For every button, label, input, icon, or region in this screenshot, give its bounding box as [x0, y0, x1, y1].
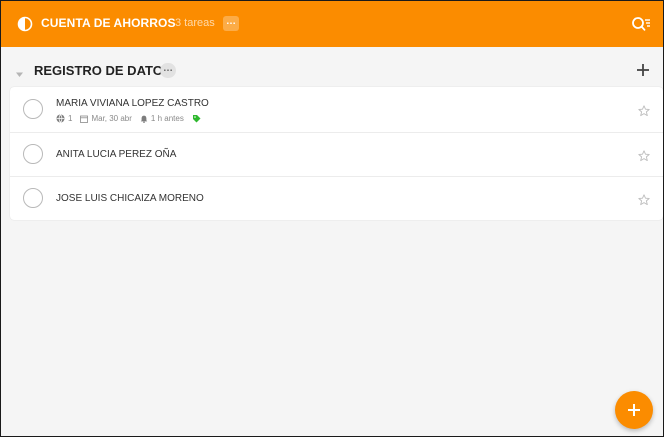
task-row[interactable]: JOSE LUIS CHICAIZA MORENO [10, 177, 663, 220]
comment-globe-icon [56, 114, 65, 123]
task-checkbox[interactable] [23, 99, 43, 119]
task-name[interactable]: JOSE LUIS CHICAIZA MORENO [56, 193, 204, 204]
task-list: MARIA VIVIANA LOPEZ CASTRO 1 Mar, 30 abr… [10, 87, 663, 220]
reminder-time: 1 h antes [150, 114, 184, 123]
section-more-button[interactable]: … [160, 63, 176, 78]
search-filter-icon[interactable] [631, 15, 651, 33]
section-header: REGISTRO DE DATOS … [1, 55, 663, 85]
task-meta: 1 Mar, 30 abr 1 h antes [56, 114, 201, 123]
task-name[interactable]: ANITA LUCIA PEREZ OÑA [56, 149, 176, 160]
star-icon[interactable] [638, 193, 650, 206]
task-checkbox[interactable] [23, 188, 43, 208]
section-title[interactable]: REGISTRO DE DATOS [34, 63, 171, 78]
star-icon[interactable] [638, 104, 650, 117]
calendar-icon [80, 115, 89, 123]
task-row[interactable]: ANITA LUCIA PEREZ OÑA [10, 133, 663, 177]
task-count: 3 tareas [175, 17, 215, 29]
task-name[interactable]: MARIA VIVIANA LOPEZ CASTRO [56, 98, 209, 109]
project-more-button[interactable]: … [223, 16, 239, 31]
project-half-circle-icon [17, 16, 33, 32]
due-date: Mar, 30 abr [91, 114, 132, 123]
add-task-button[interactable] [615, 391, 653, 429]
bell-icon [140, 115, 148, 123]
project-header: CUENTA DE AHORROS 3 tareas … [1, 1, 663, 47]
comment-count: 1 [68, 114, 73, 123]
app-window: CUENTA DE AHORROS 3 tareas … REGISTRO DE… [0, 0, 664, 437]
task-checkbox[interactable] [23, 144, 43, 164]
project-title[interactable]: CUENTA DE AHORROS [41, 16, 176, 30]
label-tag-icon [192, 114, 201, 123]
star-icon[interactable] [638, 149, 650, 162]
task-row[interactable]: MARIA VIVIANA LOPEZ CASTRO 1 Mar, 30 abr… [10, 87, 663, 133]
plus-icon[interactable] [635, 62, 651, 78]
chevron-down-icon[interactable] [15, 66, 24, 77]
plus-icon [628, 404, 640, 416]
